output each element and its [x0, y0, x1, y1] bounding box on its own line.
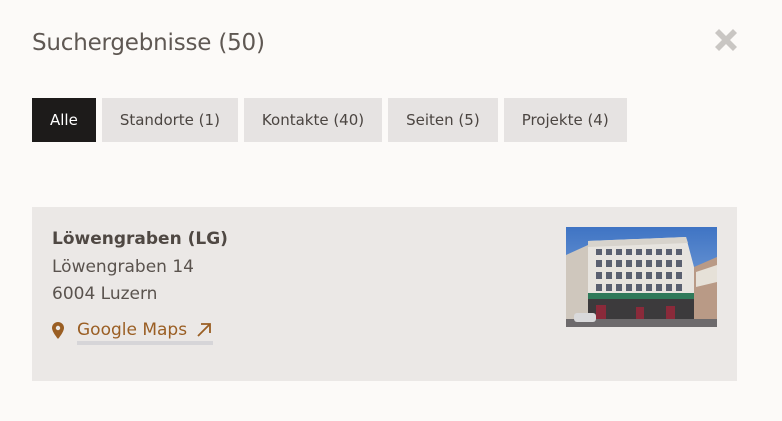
tab-kontakte[interactable]: Kontakte (40): [243, 98, 383, 142]
tab-standorte[interactable]: Standorte (1): [101, 98, 238, 142]
filter-tabs: Alle Standorte (1) Kontakte (40) Seiten …: [32, 98, 627, 142]
building-image: [566, 227, 717, 327]
tab-projekte[interactable]: Projekte (4): [503, 98, 627, 142]
building-photo[interactable]: [566, 227, 717, 327]
tab-alle[interactable]: Alle: [32, 98, 96, 142]
external-link-icon: [197, 323, 211, 337]
location-name: Löwengraben (LG): [52, 229, 228, 249]
location-city: 6004 Luzern: [52, 284, 158, 304]
map-pin-icon: [52, 321, 64, 339]
close-icon: [715, 29, 737, 51]
google-maps-link[interactable]: Google Maps: [52, 319, 214, 345]
close-button[interactable]: [710, 24, 742, 56]
google-maps-label[interactable]: Google Maps: [77, 319, 214, 345]
tab-seiten[interactable]: Seiten (5): [388, 98, 498, 142]
page-title: Suchergebnisse (50): [32, 30, 265, 56]
location-street: Löwengraben 14: [52, 257, 194, 277]
google-maps-text: Google Maps: [77, 320, 188, 340]
location-result-card: Löwengraben (LG) Löwengraben 14 6004 Luz…: [32, 207, 737, 381]
